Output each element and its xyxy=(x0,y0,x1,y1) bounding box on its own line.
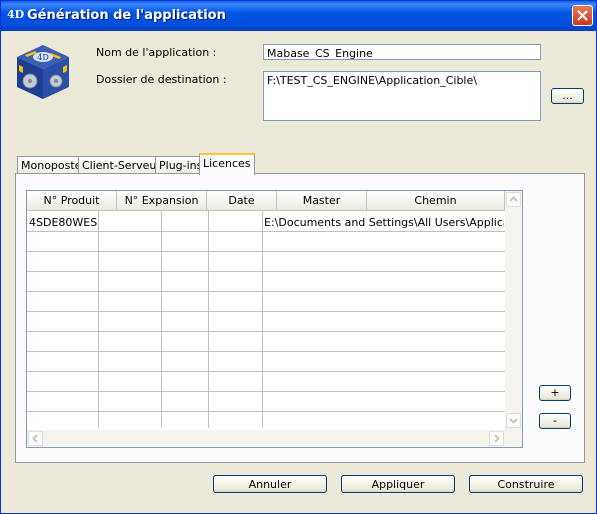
close-button[interactable] xyxy=(572,5,593,26)
window-title: Génération de l'application xyxy=(27,8,226,23)
column-divider xyxy=(98,211,99,428)
chevron-down-icon xyxy=(509,418,518,424)
scroll-left-button[interactable] xyxy=(28,431,43,446)
row-divider xyxy=(27,291,505,292)
row-divider xyxy=(27,271,505,272)
row-divider xyxy=(27,311,505,312)
column-divider xyxy=(161,211,162,428)
svg-text:4D: 4D xyxy=(37,53,49,62)
col-header-chemin[interactable]: Chemin xyxy=(367,191,505,211)
chevron-left-icon xyxy=(32,434,38,443)
cell-produit[interactable]: 4SDE80WES0 xyxy=(29,216,97,229)
col-header-date[interactable]: Date xyxy=(207,191,277,211)
row-divider xyxy=(27,251,505,252)
horizontal-scrollbar[interactable] xyxy=(27,430,522,447)
vertical-scrollbar[interactable] xyxy=(505,191,522,430)
tab-client-serveur[interactable]: Client-Serveur xyxy=(78,156,165,174)
close-icon xyxy=(577,10,588,21)
scroll-down-button[interactable] xyxy=(506,413,521,428)
col-header-expansion[interactable]: N° Expansion xyxy=(117,191,207,211)
cell-chemin[interactable]: E:\Documents and Settings\All Users\Appl… xyxy=(264,216,504,229)
title-bar[interactable]: 4D Génération de l'application xyxy=(1,1,596,31)
row-divider xyxy=(27,391,505,392)
row-divider xyxy=(27,371,505,372)
build-button[interactable]: Construire xyxy=(469,475,583,493)
app-name-label: Nom de l'application : xyxy=(96,46,217,59)
row-divider xyxy=(27,331,505,332)
chevron-up-icon xyxy=(509,196,518,202)
remove-licence-button[interactable]: - xyxy=(539,413,571,429)
col-header-produit[interactable]: N° Produit xyxy=(27,191,117,211)
row-divider xyxy=(27,411,505,412)
4d-cube-icon: 4D xyxy=(17,45,69,99)
browse-button[interactable]: ... xyxy=(551,88,584,104)
cancel-button[interactable]: Annuler xyxy=(213,475,327,493)
apply-button[interactable]: Appliquer xyxy=(341,475,455,493)
scroll-up-button[interactable] xyxy=(506,192,521,207)
col-header-master[interactable]: Master xyxy=(277,191,367,211)
row-divider xyxy=(27,231,505,232)
app-build-dialog: 4D Génération de l'application 4D Nom de… xyxy=(0,0,597,514)
column-divider xyxy=(262,211,263,428)
scroll-right-button[interactable] xyxy=(489,431,504,446)
column-divider xyxy=(208,211,209,428)
app-name-input[interactable]: Mabase_CS_Engine xyxy=(263,44,541,60)
tab-licences[interactable]: Licences xyxy=(199,153,255,175)
licences-table[interactable]: N° Produit N° Expansion Date Master Chem… xyxy=(26,190,523,448)
tab-monoposte[interactable]: Monoposte xyxy=(17,156,86,174)
row-divider xyxy=(27,351,505,352)
destination-field[interactable]: F:\TEST_CS_ENGINE\Application_Cible\ xyxy=(263,71,541,121)
chevron-right-icon xyxy=(494,434,500,443)
4d-logo-icon: 4D xyxy=(7,8,25,21)
destination-label: Dossier de destination : xyxy=(96,73,227,86)
add-licence-button[interactable]: + xyxy=(539,385,571,401)
